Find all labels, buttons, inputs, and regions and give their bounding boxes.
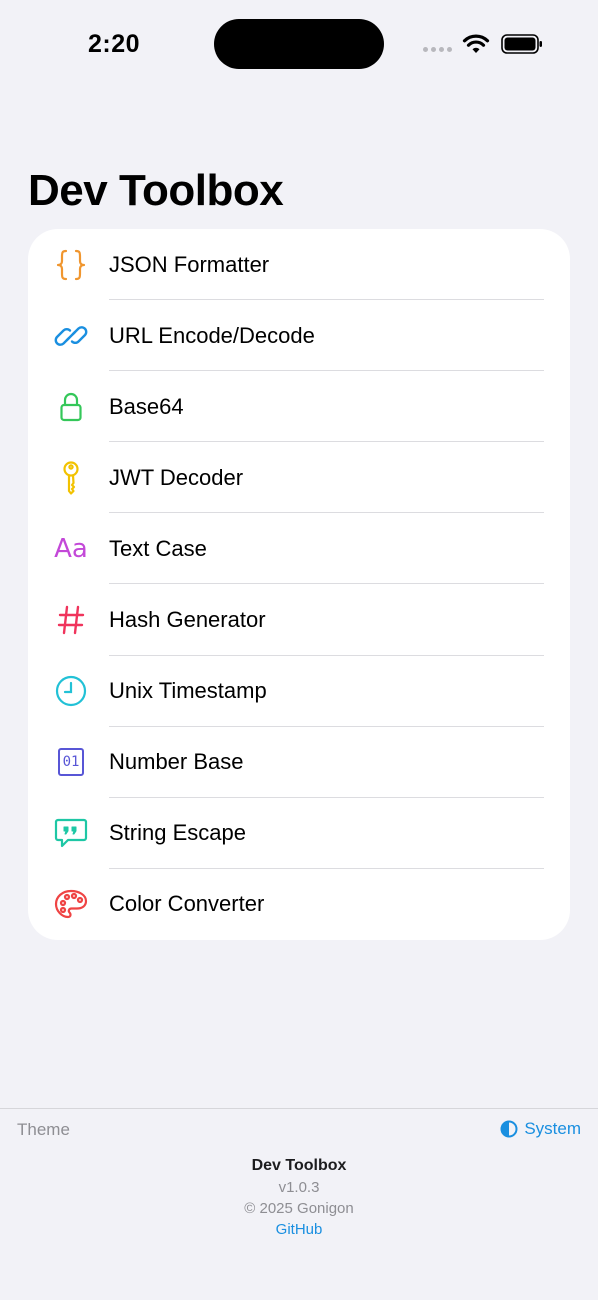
- status-bar: 2:20: [0, 0, 598, 90]
- footer-app-name: Dev Toolbox: [251, 1157, 347, 1174]
- hash-icon: [53, 602, 89, 638]
- binary-icon: 01: [53, 744, 89, 780]
- palette-icon: [53, 886, 89, 922]
- status-time: 2:20: [88, 30, 141, 58]
- github-link[interactable]: GitHub: [0, 1221, 598, 1238]
- tool-row-text-case[interactable]: Aa Text Case: [28, 513, 570, 585]
- tool-label: Base64: [109, 393, 184, 419]
- theme-value: System: [524, 1119, 581, 1138]
- tool-label: URL Encode/Decode: [109, 322, 315, 348]
- clock-icon: [53, 673, 89, 709]
- text-case-icon: Aa: [54, 533, 88, 564]
- tool-label: String Escape: [109, 820, 246, 846]
- binary-glyph: 01: [58, 748, 84, 777]
- key-icon: [53, 460, 89, 496]
- curly-braces-icon: [53, 247, 89, 283]
- tool-list: JSON Formatter URL Encode/Decode Base64: [28, 229, 570, 940]
- tool-row-color-converter[interactable]: Color Converter: [28, 869, 570, 940]
- tool-row-base64[interactable]: Base64: [28, 371, 570, 443]
- dynamic-island: [214, 19, 384, 69]
- page-title: Dev Toolbox: [28, 166, 284, 215]
- footer-copyright: © 2025 Gonigon: [244, 1200, 354, 1217]
- quote-bubble-icon: [53, 815, 89, 851]
- footer-version: v1.0.3: [278, 1179, 320, 1196]
- tool-label: Number Base: [109, 749, 244, 775]
- battery-icon: [501, 34, 542, 54]
- tool-label: JWT Decoder: [109, 464, 244, 490]
- theme-label: Theme: [17, 1120, 70, 1139]
- tool-row-jwt-decoder[interactable]: JWT Decoder: [28, 442, 570, 514]
- tool-row-string-escape[interactable]: String Escape: [28, 798, 570, 869]
- tool-row-hash-generator[interactable]: Hash Generator: [28, 584, 570, 656]
- lock-icon: [53, 389, 89, 425]
- tool-row-number-base[interactable]: 01 Number Base: [28, 727, 570, 798]
- tool-label: JSON Formatter: [109, 251, 270, 277]
- tool-row-unix-timestamp[interactable]: Unix Timestamp: [28, 656, 570, 727]
- cellular-signal-icon: [423, 47, 452, 52]
- tool-label: Unix Timestamp: [109, 678, 267, 704]
- tool-label: Hash Generator: [109, 607, 266, 633]
- link-icon: [53, 318, 89, 354]
- tool-label: Color Converter: [109, 891, 265, 917]
- footer: Theme System Dev Toolbox v1.0.3 © 2025 G…: [0, 1108, 598, 1300]
- theme-toggle-button[interactable]: System: [500, 1119, 581, 1139]
- tool-label: Text Case: [109, 535, 207, 561]
- half-circle-icon: [500, 1120, 518, 1138]
- tool-row-json-formatter[interactable]: JSON Formatter: [28, 229, 570, 301]
- wifi-icon: [462, 34, 490, 53]
- tool-row-url-encode-decode[interactable]: URL Encode/Decode: [28, 300, 570, 372]
